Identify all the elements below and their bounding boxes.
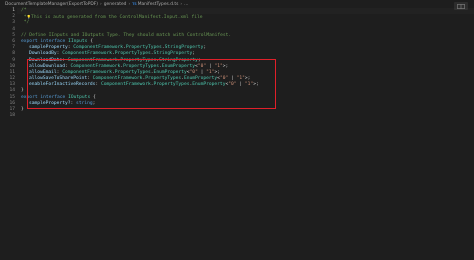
code-token: |	[228, 76, 237, 82]
code-token: StringProperty	[164, 45, 204, 51]
code-token: "0"	[197, 63, 207, 69]
chevron-right-icon: ›	[128, 1, 131, 7]
code-token: "1"	[236, 76, 245, 82]
code-token: ;	[192, 51, 196, 57]
code-content[interactable]: /* *💡This is auto generated from the Con…	[21, 8, 474, 119]
chevron-right-icon: ›	[100, 1, 102, 7]
code-token: export	[21, 38, 38, 44]
code-token: sampleProperty?	[29, 100, 71, 106]
code-token: >;	[253, 82, 259, 88]
code-token: >;	[222, 63, 229, 69]
code-token: allowEmail	[29, 69, 57, 75]
code-token: "1"	[244, 82, 254, 88]
code-token: string	[76, 100, 93, 106]
code-token: "1"	[214, 63, 223, 69]
code-token: PropertyTypes	[153, 82, 190, 88]
code-token: DownloadDate	[29, 57, 63, 63]
code-token: EnumProperty	[153, 69, 187, 75]
breadcrumb-item-file[interactable]: ManifestTypes.d.ts	[138, 2, 179, 7]
code-token: {	[87, 38, 93, 44]
editor-pane[interactable]: 1 2 3 4 5 6 7 8 9 10 11 12 13 14 15 16 17 18 /* *💡This is…	[0, 8, 474, 260]
code-token: >;	[244, 76, 251, 82]
code-token: This is auto generated from the ControlM…	[31, 15, 203, 21]
code-token: // Define IInputs and IOutputs Type. The…	[21, 32, 232, 38]
breadcrumb-item-folder[interactable]: generated	[104, 2, 127, 7]
code-token: ;	[92, 100, 96, 106]
code-token: IInputs	[68, 38, 88, 44]
code-token: "0"	[228, 82, 237, 88]
code-token: export	[21, 94, 38, 100]
code-token: "0"	[189, 69, 198, 75]
code-token: allowSaveToSharePoint	[29, 76, 88, 82]
code-token: ComponentFramework	[70, 63, 121, 69]
code-token: ComponentFramework	[62, 69, 113, 75]
code-token: /*	[21, 8, 27, 13]
code-token: ;	[197, 57, 201, 63]
breadcrumb-item-project[interactable]: DocumentTemplateManager(ExportToPDF)	[5, 2, 98, 7]
code-token: PropertyTypes	[125, 45, 162, 51]
code-token: interface	[40, 38, 66, 44]
code-token: EnumProperty	[161, 63, 196, 69]
code-token: ComponentFramework	[62, 51, 113, 57]
code-token: interface	[40, 94, 66, 100]
code-token: PropertyTypes	[120, 57, 157, 63]
code-token: enableForInactiveRecords	[29, 82, 96, 88]
breadcrumb-item-symbol[interactable]: ...	[184, 2, 188, 7]
code-token: sampleProperty	[29, 45, 68, 51]
code-token: |	[236, 82, 245, 88]
code-token: PropertyTypes	[114, 69, 151, 75]
code-token: >;	[214, 69, 221, 75]
code-token: ComponentFramework	[92, 76, 143, 82]
code-token: ComponentFramework	[100, 82, 151, 88]
typescript-file-icon: TS	[132, 2, 137, 6]
code-token: {	[90, 94, 96, 100]
line-number-gutter: 1 2 3 4 5 6 7 8 9 10 11 12 13 14 15 16 17 18	[0, 8, 17, 119]
code-token: PropertyTypes	[123, 63, 160, 69]
code-line[interactable]	[21, 113, 474, 119]
code-token: PropertyTypes	[145, 76, 182, 82]
code-token: IOutputs	[68, 94, 91, 100]
code-token: |	[197, 69, 207, 75]
code-token: */	[23, 20, 30, 26]
code-token: allowDownload	[29, 63, 65, 69]
code-token: StringProperty	[159, 57, 198, 63]
code-token: ComponentFramework	[73, 45, 124, 51]
code-token: }	[21, 88, 24, 94]
chevron-right-icon: ›	[180, 1, 183, 7]
code-token: DownloadBy	[29, 51, 57, 57]
code-token: StringProperty	[153, 51, 193, 57]
code-token: ;	[203, 45, 207, 51]
code-token: PropertyTypes	[114, 51, 151, 57]
code-token: }	[21, 107, 24, 112]
code-editor-window: DocumentTemplateManager(ExportToPDF) › g…	[0, 0, 474, 260]
code-token: EnumProperty	[183, 76, 218, 82]
code-token: EnumProperty	[192, 82, 226, 88]
line-number: 18	[9, 113, 15, 119]
breadcrumb: DocumentTemplateManager(ExportToPDF) › g…	[0, 0, 474, 8]
code-token: ComponentFramework	[67, 57, 118, 63]
